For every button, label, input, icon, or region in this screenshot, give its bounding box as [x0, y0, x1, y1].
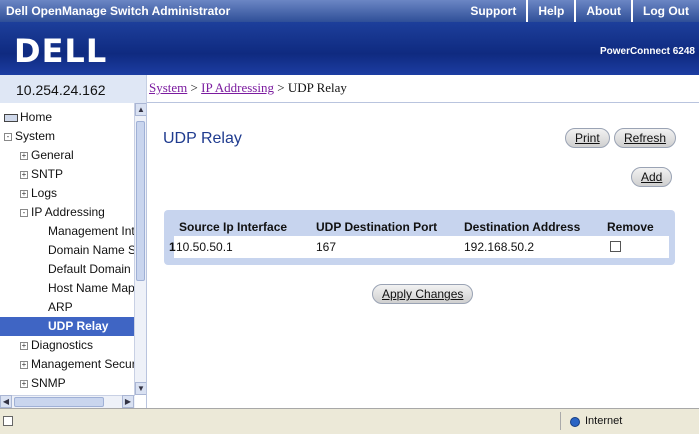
about-link[interactable]: About [574, 0, 631, 22]
sidebar-item-ip-addressing[interactable]: - IP Addressing [0, 203, 135, 222]
sidebar-item-label: Logs [31, 186, 58, 200]
globe-icon [570, 417, 580, 427]
sidebar-item-udp-relay[interactable]: UDP Relay [0, 317, 135, 336]
sidebar-item-label: IP Addressing [31, 205, 105, 219]
logout-link[interactable]: Log Out [631, 0, 699, 22]
status-divider [560, 412, 561, 430]
scroll-right-arrow-icon[interactable]: ▶ [122, 395, 134, 408]
scroll-down-arrow-icon[interactable]: ▼ [135, 382, 146, 395]
horizontal-scroll-thumb[interactable] [14, 397, 104, 407]
top-bar: Dell OpenManage Switch Administrator Sup… [0, 0, 699, 22]
sidebar-item-label: Management Secur [31, 357, 135, 371]
breadcrumb-separator: > [273, 80, 288, 95]
sidebar-item-label: ARP [48, 300, 73, 314]
sidebar-horizontal-scrollbar[interactable]: ◀ ▶ [0, 395, 135, 408]
product-name: PowerConnect 6248 [599, 46, 695, 57]
print-button[interactable]: Print [565, 128, 610, 148]
status-bar: Internet [0, 408, 699, 434]
sidebar-item-label: Diagnostics [31, 338, 94, 352]
collapse-icon[interactable]: - [20, 208, 28, 217]
port-cell: 167 [316, 240, 337, 254]
sidebar-item-label: UDP Relay [48, 319, 109, 333]
sidebar-item-general[interactable]: + General [0, 146, 135, 165]
expand-icon[interactable]: + [20, 170, 28, 179]
dell-logo: DELL [14, 32, 108, 70]
sidebar-item-sntp[interactable]: + SNTP [0, 165, 135, 184]
scroll-thumb[interactable] [136, 121, 145, 281]
sidebar-item-label: SNMP [31, 376, 66, 390]
sidebar-item-logs[interactable]: + Logs [0, 184, 135, 203]
sidebar-item-label: Management Inte [48, 224, 135, 238]
apply-changes-button[interactable]: Apply Changes [372, 284, 474, 304]
breadcrumb-ip-addressing[interactable]: IP Addressing [201, 80, 274, 95]
expand-icon[interactable]: + [20, 189, 28, 198]
add-button[interactable]: Add [631, 167, 673, 187]
sidebar-item-arp[interactable]: ARP [0, 298, 135, 317]
sidebar-item-management-secur[interactable]: + Management Secur [0, 355, 135, 374]
sidebar-item-home[interactable]: Home [0, 108, 135, 127]
brand-bar: DELL PowerConnect 6248 [0, 22, 699, 75]
column-header-destination: Destination Address [464, 220, 581, 234]
column-header-source: Source Ip Interface [179, 220, 288, 234]
column-header-remove: Remove [607, 220, 654, 234]
expand-icon[interactable]: + [20, 360, 28, 369]
home-icon [4, 113, 18, 122]
sidebar-item-management-inte[interactable]: Management Inte [0, 222, 135, 241]
source-ip-cell: 10.50.50.1 [176, 240, 233, 254]
collapse-icon[interactable]: - [4, 132, 12, 141]
sidebar-item-label: Domain Name S [48, 243, 135, 257]
page-icon [3, 416, 13, 426]
nav-tree: Home - System + General + SNTP + Logs - IP Address… [0, 108, 135, 393]
sidebar-item-domain-name-s[interactable]: Domain Name S [0, 241, 135, 260]
column-header-port: UDP Destination Port [316, 220, 438, 234]
device-ip: 10.254.24.162 [16, 82, 106, 98]
breadcrumb-bar: System > IP Addressing > UDP Relay [147, 75, 699, 103]
breadcrumb: System > IP Addressing > UDP Relay [149, 80, 347, 96]
sidebar-item-system[interactable]: - System [0, 127, 135, 146]
breadcrumb-separator: > [187, 80, 202, 95]
sidebar-item-snmp[interactable]: + SNMP [0, 374, 135, 393]
row-index: 1 [169, 240, 176, 254]
sidebar-item-diagnostics[interactable]: + Diagnostics [0, 336, 135, 355]
sidebar-item-host-name-mapp[interactable]: Host Name Mapp [0, 279, 135, 298]
sidebar-item-label: SNTP [31, 167, 64, 181]
main-content: UDP Relay Print Refresh Add Source Ip In… [148, 104, 699, 408]
sidebar-item-label: System [15, 129, 56, 143]
udp-relay-table: Source Ip Interface UDP Destination Port… [164, 210, 675, 265]
help-link[interactable]: Help [526, 0, 574, 22]
sidebar-item-label: Host Name Mapp [48, 281, 135, 295]
sidebar-item-label: Home [20, 110, 53, 124]
support-link[interactable]: Support [460, 0, 526, 22]
sidebar-item-label: General [31, 148, 74, 162]
remove-checkbox[interactable] [610, 241, 621, 252]
sidebar-item-default-domain-n[interactable]: Default Domain N [0, 260, 135, 279]
table-row [174, 236, 669, 258]
expand-icon[interactable]: + [20, 151, 28, 160]
top-links: Support Help About Log Out [460, 0, 699, 22]
breadcrumb-system[interactable]: System [149, 80, 187, 95]
breadcrumb-current: UDP Relay [287, 80, 347, 95]
destination-cell: 192.168.50.2 [464, 240, 535, 254]
expand-icon[interactable]: + [20, 379, 28, 388]
sidebar-item-label: Default Domain N [48, 262, 135, 276]
app-title: Dell OpenManage Switch Administrator [6, 4, 231, 18]
expand-icon[interactable]: + [20, 341, 28, 350]
scroll-up-arrow-icon[interactable]: ▲ [135, 103, 146, 116]
page-title: UDP Relay [163, 130, 242, 147]
refresh-button[interactable]: Refresh [614, 128, 677, 148]
security-zone: Internet [585, 415, 623, 427]
sidebar: Home - System + General + SNTP + Logs - IP Address… [0, 103, 147, 408]
device-ip-box: 10.254.24.162 [0, 75, 147, 103]
sidebar-vertical-scrollbar[interactable]: ▲ ▼ [134, 103, 146, 395]
scroll-left-arrow-icon[interactable]: ◀ [0, 395, 12, 408]
